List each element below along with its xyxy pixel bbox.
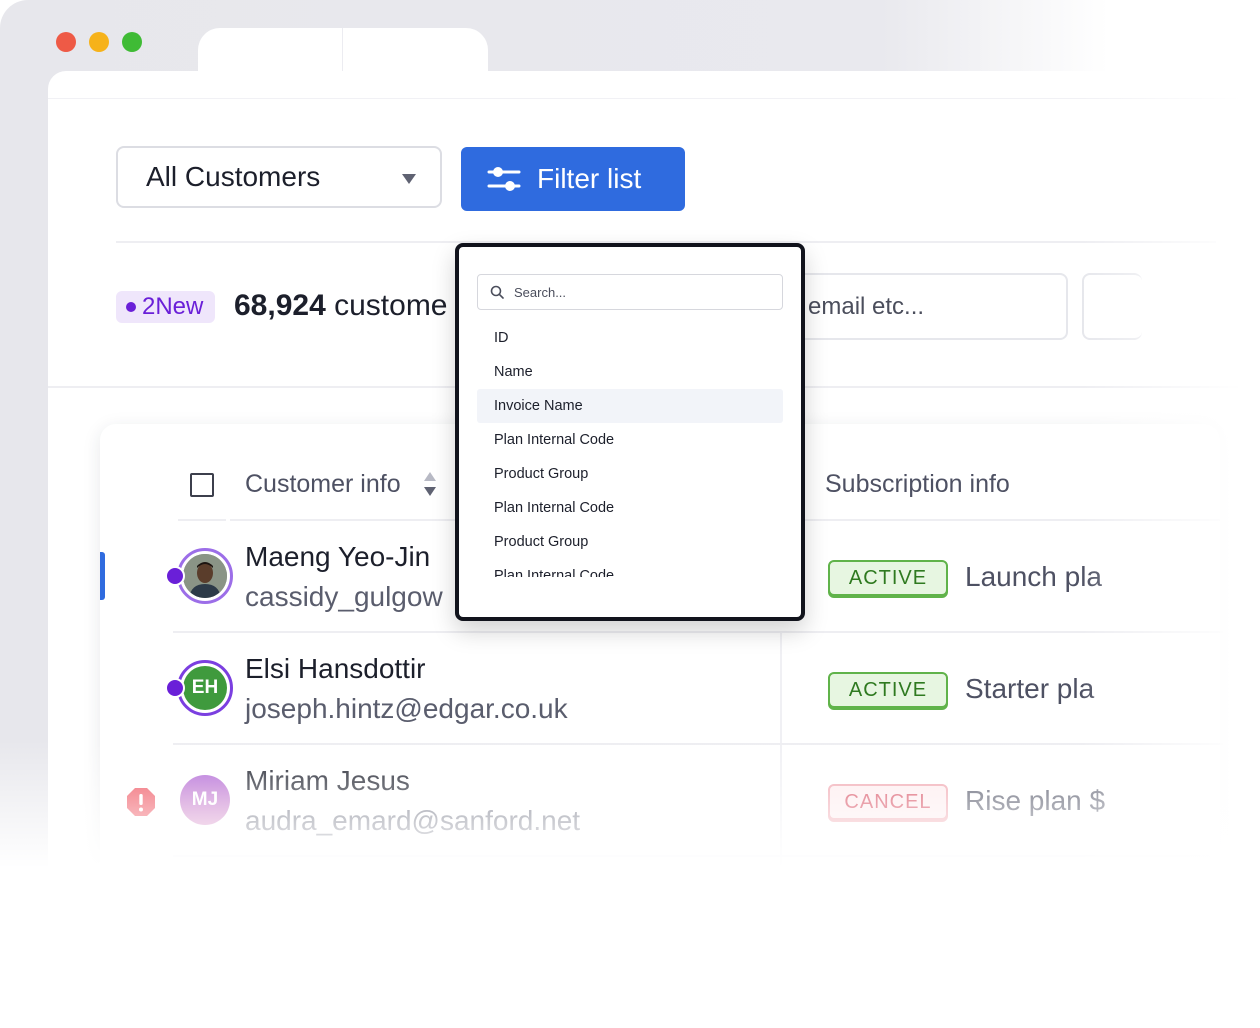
- plan-name: Starter pla: [965, 673, 1095, 704]
- online-status-dot: [165, 566, 185, 586]
- filter-field-dropdown: Search... ID Name Invoice Name Plan Inte…: [455, 243, 805, 621]
- status-badge: ACTIVE: [828, 560, 948, 596]
- dropdown-search-placeholder: Search...: [514, 284, 567, 300]
- dropdown-option[interactable]: Name: [477, 355, 783, 389]
- status-badge: ACTIVE: [828, 672, 948, 708]
- dropdown-option[interactable]: Plan Internal Code: [477, 423, 783, 457]
- customer-count-suffix: custome: [334, 289, 448, 322]
- dropdown-option[interactable]: ID: [477, 321, 783, 355]
- row-divider: [173, 631, 1223, 633]
- avatar[interactable]: MJ: [177, 772, 233, 828]
- plan-name: Launch pla: [965, 561, 1103, 592]
- new-badge-label: 2New: [142, 293, 204, 320]
- customer-segment-value: All Customers: [146, 161, 321, 192]
- customer-count: 68,924 custome: [234, 289, 448, 323]
- sort-icon[interactable]: [423, 470, 437, 503]
- avatar[interactable]: EH: [177, 660, 233, 716]
- row-selection-marker: [100, 552, 105, 600]
- customer-name[interactable]: Maeng Yeo-Jin: [245, 541, 430, 573]
- divider: [178, 519, 226, 521]
- dropdown-option[interactable]: Plan Internal Code: [477, 559, 783, 577]
- customer-name[interactable]: Miriam Jesus: [245, 765, 410, 797]
- customer-email: joseph.hintz@edgar.co.uk: [245, 693, 568, 724]
- customer-email: audra_emard@sanford.net: [245, 805, 581, 836]
- customer-info-header[interactable]: Customer info: [245, 470, 401, 499]
- row-divider: [173, 855, 1223, 857]
- dropdown-options: ID Name Invoice Name Plan Internal Code …: [477, 321, 783, 577]
- dropdown-option[interactable]: Plan Internal Code: [477, 491, 783, 525]
- customer-segment-select[interactable]: All Customers: [116, 146, 442, 208]
- subscription-info-header[interactable]: Subscription info: [825, 470, 1010, 499]
- avatar-initials: MJ: [180, 775, 230, 825]
- select-all-checkbox[interactable]: [190, 473, 214, 497]
- toolbar-extra-control[interactable]: [1082, 273, 1142, 340]
- browser-tab[interactable]: [198, 28, 488, 72]
- search-icon: [490, 285, 504, 299]
- new-customers-badge[interactable]: 2New: [116, 291, 216, 323]
- alert-icon[interactable]: [125, 786, 157, 823]
- close-window-button[interactable]: [56, 32, 76, 52]
- minimize-window-button[interactable]: [89, 32, 109, 52]
- dropdown-search-input[interactable]: Search...: [477, 274, 783, 310]
- customer-count-value: 68,924: [234, 289, 326, 322]
- row-divider: [173, 743, 1223, 745]
- customer-email: cassidy_gulgow: [245, 581, 443, 612]
- divider: [48, 98, 1260, 99]
- dot-icon: [126, 302, 136, 312]
- customer-name[interactable]: Elsi Hansdottir: [245, 653, 426, 685]
- chevron-down-icon: [402, 174, 416, 184]
- avatar-initials: EH: [183, 666, 227, 710]
- customer-search-input[interactable]: email etc...: [782, 273, 1068, 340]
- online-status-dot: [165, 678, 185, 698]
- filter-list-label: Filter list: [537, 163, 642, 194]
- maximize-window-button[interactable]: [122, 32, 142, 52]
- status-badge: CANCEL: [828, 784, 948, 820]
- window-controls: [56, 32, 142, 52]
- plan-name: Rise plan $: [965, 785, 1106, 816]
- sliders-icon: [487, 167, 521, 191]
- filter-list-button[interactable]: Filter list: [461, 147, 685, 211]
- dropdown-option[interactable]: Product Group: [477, 525, 783, 559]
- avatar-photo: [183, 554, 227, 598]
- dropdown-option[interactable]: Product Group: [477, 457, 783, 491]
- avatar[interactable]: [177, 548, 233, 604]
- column-divider: [780, 631, 782, 890]
- dropdown-option[interactable]: Invoice Name: [477, 389, 783, 423]
- customer-search-placeholder: email etc...: [808, 292, 925, 320]
